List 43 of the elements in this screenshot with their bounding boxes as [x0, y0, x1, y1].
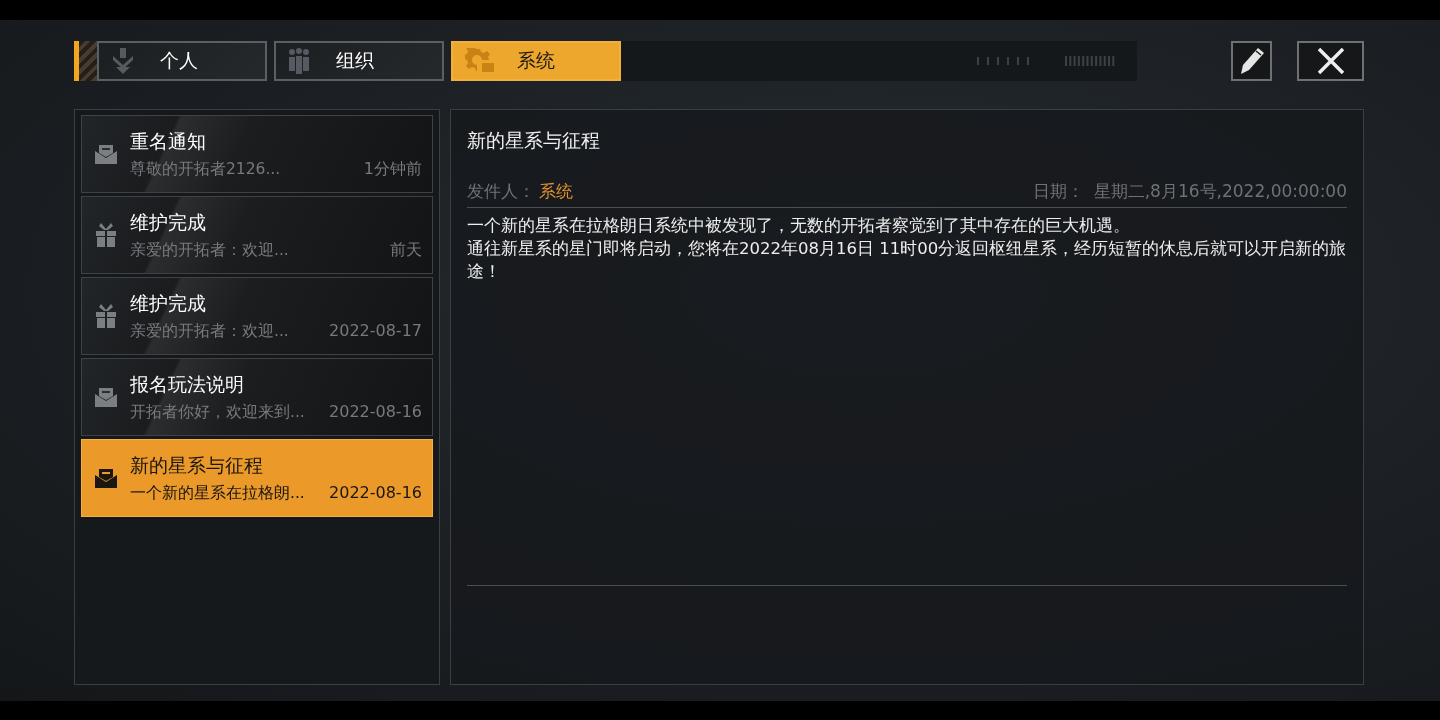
sender-name: 系统 — [539, 180, 573, 203]
mail-preview: 开拓者你好，欢迎来到... — [130, 401, 305, 423]
envelope-icon — [95, 468, 117, 488]
date-value: 星期二,8月16号,2022,00:00:00 — [1093, 180, 1347, 203]
envelope-icon — [95, 387, 117, 407]
sender-label: 发件人： — [467, 180, 535, 203]
tab[interactable]: 组织 — [274, 41, 444, 81]
mail-list-item[interactable]: 重名通知 尊敬的开拓者2126... 1分钟前 — [81, 115, 433, 193]
mail-preview: 尊敬的开拓者2126... — [130, 158, 281, 180]
mail-time: 2022-08-16 — [329, 482, 422, 502]
gift-icon — [95, 223, 117, 247]
mail-subject: 新的星系与征程 — [467, 128, 601, 153]
message-paragraph: 通往新星系的星门即将启动，您将在2022年08月16日 11时00分返回枢纽星系，经历短暂的休息后就可以开启新的旅途！ — [467, 238, 1347, 283]
mail-list-item[interactable]: 新的星系与征程 一个新的星系在拉格朗... 2022-08-16 — [81, 439, 433, 517]
download-arrow-icon — [111, 48, 135, 74]
message-paragraph: 一个新的星系在拉格朗日系统中被发现了，无数的开拓者察觉到了其中存在的巨大机遇。 — [467, 215, 1131, 237]
mail-time: 2022-08-16 — [329, 401, 422, 421]
tab[interactable]: 个人 — [97, 41, 267, 81]
date-label: 日期： — [1032, 180, 1084, 203]
edit-button[interactable] — [1231, 41, 1272, 81]
close-icon — [1316, 47, 1345, 75]
mail-list-item[interactable]: 报名玩法说明 开拓者你好，欢迎来到... 2022-08-16 — [81, 358, 433, 436]
group-icon — [288, 48, 310, 74]
striped-accent-bar — [74, 41, 97, 81]
gift-icon — [95, 304, 117, 328]
pencil-icon — [1238, 47, 1265, 75]
mail-list-item[interactable]: 维护完成 亲爱的开拓者：欢迎... 前天 — [81, 196, 433, 274]
close-button[interactable] — [1297, 41, 1364, 81]
mail-title: 维护完成 — [130, 290, 207, 316]
mail-title: 维护完成 — [130, 209, 207, 235]
mail-time: 前天 — [390, 239, 422, 261]
mail-time: 2022-08-17 — [329, 320, 422, 340]
mail-title: 重名通知 — [130, 128, 207, 154]
gear-icon — [465, 48, 495, 74]
envelope-icon — [95, 144, 117, 164]
mail-preview: 亲爱的开拓者：欢迎... — [130, 320, 289, 342]
tab[interactable]: 系统 — [451, 41, 621, 81]
mail-title: 新的星系与征程 — [130, 452, 264, 478]
mail-preview: 一个新的星系在拉格朗... — [130, 482, 305, 504]
mail-list-item[interactable]: 维护完成 亲爱的开拓者：欢迎... 2022-08-17 — [81, 277, 433, 355]
mail-title: 报名玩法说明 — [130, 371, 245, 397]
mail-time: 1分钟前 — [363, 158, 422, 180]
mail-preview: 亲爱的开拓者：欢迎... — [130, 239, 289, 261]
